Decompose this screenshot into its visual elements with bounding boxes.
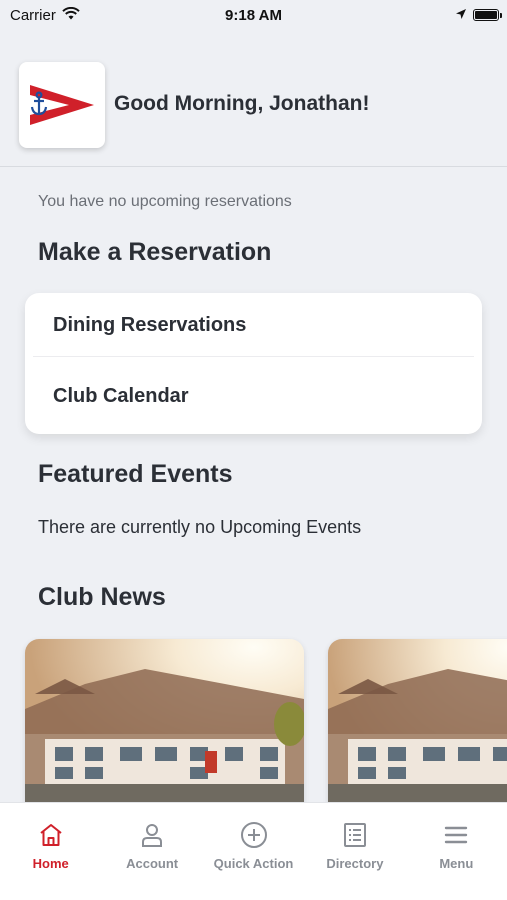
- tab-directory-label: Directory: [326, 856, 384, 871]
- plus-circle-icon: [240, 821, 268, 849]
- club-calendar-label: Club Calendar: [53, 384, 189, 407]
- burgee-icon: [30, 85, 94, 125]
- dining-reservations-item[interactable]: Dining Reservations: [25, 293, 482, 357]
- tab-menu[interactable]: Menu: [406, 803, 507, 900]
- battery-icon: [473, 9, 502, 21]
- status-bar: Carrier 9:18 AM: [0, 0, 507, 30]
- club-news-title: Club News: [38, 583, 166, 611]
- greeting-text: Good Morning, Jonathan!: [114, 92, 370, 115]
- news-card[interactable]: [25, 639, 304, 809]
- home-icon: [37, 821, 65, 849]
- tab-quick-action[interactable]: Quick Action: [203, 803, 304, 900]
- featured-events-title: Featured Events: [38, 460, 233, 488]
- divider: [33, 356, 474, 357]
- reservation-options-card: Dining Reservations Club Calendar: [25, 293, 482, 434]
- no-events-message: There are currently no Upcoming Events: [38, 517, 362, 537]
- account-icon: [138, 821, 166, 849]
- carrier-label: Carrier: [10, 6, 56, 24]
- tab-menu-label: Menu: [439, 856, 474, 871]
- status-left: Carrier: [10, 6, 80, 24]
- location-arrow-icon: [455, 7, 467, 24]
- club-logo: [19, 62, 105, 148]
- tab-account[interactable]: Account: [101, 803, 202, 900]
- tab-home-label: Home: [32, 856, 69, 871]
- make-reservation-title: Make a Reservation: [38, 238, 272, 266]
- hamburger-menu-icon: [442, 821, 470, 849]
- wifi-icon: [62, 6, 80, 24]
- clubhouse-photo: [328, 639, 507, 809]
- tab-home[interactable]: Home: [0, 803, 101, 900]
- news-card[interactable]: [328, 639, 507, 809]
- club-calendar-item[interactable]: Club Calendar: [25, 364, 482, 428]
- tab-directory[interactable]: Directory: [304, 803, 405, 900]
- directory-icon: [341, 821, 369, 849]
- status-right: [455, 7, 502, 24]
- header: Good Morning, Jonathan!: [0, 30, 507, 167]
- clubhouse-photo: [25, 639, 304, 809]
- tab-account-label: Account: [126, 856, 179, 871]
- dining-reservations-label: Dining Reservations: [53, 313, 247, 336]
- no-reservations-message: You have no upcoming reservations: [38, 193, 292, 210]
- bottom-tab-bar: Home Account Quick Action Directory Menu: [0, 802, 507, 900]
- tab-quick-action-label: Quick Action: [213, 856, 294, 871]
